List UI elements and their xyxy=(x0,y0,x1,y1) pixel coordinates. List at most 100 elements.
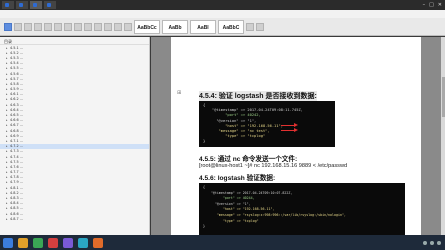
outline-item-label: 4.5.4 ... xyxy=(10,61,23,66)
paste-icon[interactable] xyxy=(4,23,12,31)
outline-item-label: 4.6.4 ... xyxy=(10,107,23,112)
tab-2[interactable] xyxy=(16,1,28,9)
outline-item-label: 4.5.8 ... xyxy=(10,81,23,86)
network-icon[interactable] xyxy=(423,240,427,245)
format-painter-icon[interactable] xyxy=(34,23,42,31)
align-right-icon[interactable] xyxy=(114,23,122,31)
outline-item-label: 4.8.5 ... xyxy=(10,206,23,211)
heading-4-5-5: 4.5.5: 通过 nc 命令发送一个文件: xyxy=(199,156,298,163)
red-arrow-annotation xyxy=(281,128,298,132)
outline-item-label: 4.8.1 ... xyxy=(10,185,23,190)
outline-item-label: 4.6.2 ... xyxy=(10,97,23,102)
outline-item-label: 4.7.6 ... xyxy=(10,164,23,169)
document-icon xyxy=(47,3,51,7)
heading-4-5-4: 4.5.4: 验证 logstash 是否接收到数据: xyxy=(199,91,317,101)
document-page: ⊞ 4.5.4: 验证 logstash 是否接收到数据: { "@timest… xyxy=(171,37,421,235)
style-normal[interactable]: AaBbCc xyxy=(134,20,160,34)
code-block-1: { "@timestamp" => 2017-04-24T09:08:11.74… xyxy=(199,101,335,147)
find-icon[interactable] xyxy=(246,23,254,31)
font-color-icon[interactable] xyxy=(74,23,82,31)
outline-item-label: 4.5.1 ... xyxy=(10,45,23,50)
taskbar-app-icon[interactable] xyxy=(78,237,88,248)
document-canvas: ⊞ 4.5.4: 验证 logstash 是否接收到数据: { "@timest… xyxy=(151,37,445,235)
minimize-icon[interactable]: – xyxy=(423,2,426,8)
cut-icon[interactable] xyxy=(14,23,22,31)
outline-item-label: 4.8.4 ... xyxy=(10,201,23,206)
code-block-2: { "@timestamp" => 2017-04-24T09:10:07.82… xyxy=(199,183,405,235)
navigation-pane: 目录 ▸ 4.5.1 ... ▸ 4.5.2 ... ▸ 4.5.3 ... ▸ 4.5.4 … xyxy=(0,37,150,235)
replace-icon[interactable] xyxy=(256,23,264,31)
taskbar-app-icon[interactable] xyxy=(48,237,58,248)
outline-item-label: 4.7.3 ... xyxy=(10,149,23,154)
outline-item-label: 4.5.5 ... xyxy=(10,66,23,71)
outline-item-label: 4.7.9 ... xyxy=(10,180,23,185)
bold-icon[interactable] xyxy=(44,23,52,31)
outline-item-label: 4.7.2 ... xyxy=(10,144,23,149)
outline-item-label: 4.5.3 ... xyxy=(10,55,23,60)
outline-item-label: 4.8.3 ... xyxy=(10,196,23,201)
taskbar-app-icon[interactable] xyxy=(33,237,43,248)
document-icon xyxy=(33,3,37,7)
outline-item-label: 4.7.5 ... xyxy=(10,159,23,164)
navigation-pane-title: 目录 xyxy=(0,37,149,45)
outline-item-label: 4.6.8 ... xyxy=(10,128,23,133)
tab-1[interactable] xyxy=(2,1,14,9)
vertical-scrollbar[interactable] xyxy=(441,37,445,235)
outline-list: ▸ 4.5.1 ... ▸ 4.5.2 ... ▸ 4.5.3 ... ▸ 4.5.4 ...… xyxy=(0,45,149,221)
outline-item-label: 4.6.6 ... xyxy=(10,118,23,123)
volume-icon[interactable] xyxy=(430,240,434,245)
taskbar-app-icon[interactable] xyxy=(18,237,28,248)
outline-item-label: 4.6.1 ... xyxy=(10,92,23,97)
outline-item-label: 4.6.3 ... xyxy=(10,102,23,107)
outline-item-label: 4.5.9 ... xyxy=(10,87,23,92)
ribbon: AaBbCc AaBb AaBl AaBbC xyxy=(0,10,445,36)
heading-4-5-6: 4.5.6: logstash 验证数据: xyxy=(199,175,276,182)
taskbar-app-icon[interactable] xyxy=(3,237,13,248)
taskbar-app-icon[interactable] xyxy=(63,237,73,248)
italic-icon[interactable] xyxy=(54,23,62,31)
align-left-icon[interactable] xyxy=(94,23,102,31)
outline-item-label: 4.7.4 ... xyxy=(10,154,23,159)
outline-item[interactable]: ▸ 4.8.7 ... xyxy=(0,216,149,221)
taskbar-apps xyxy=(3,237,103,248)
tab-3[interactable] xyxy=(30,1,42,9)
code-line: } xyxy=(203,224,205,229)
outline-item-label: 4.8.6 ... xyxy=(10,211,23,216)
outline-item-label: 4.6.5 ... xyxy=(10,113,23,118)
align-center-icon[interactable] xyxy=(104,23,112,31)
window-controls: – □ ✕ xyxy=(423,2,445,8)
document-icon xyxy=(5,3,9,7)
outline-item-label: 4.6.9 ... xyxy=(10,133,23,138)
outline-item-label: 4.6.7 ... xyxy=(10,123,23,128)
outline-item-label: 4.8.7 ... xyxy=(10,216,23,221)
system-tray xyxy=(423,240,445,245)
style-heading-2[interactable]: AaBl xyxy=(190,20,216,34)
maximize-icon[interactable]: □ xyxy=(429,2,434,8)
style-heading-3[interactable]: AaBbC xyxy=(218,20,244,34)
outline-item-label: 4.8.2 ... xyxy=(10,190,23,195)
underline-icon[interactable] xyxy=(64,23,72,31)
outline-item-label: 4.5.7 ... xyxy=(10,76,23,81)
code-line: } xyxy=(203,139,206,144)
ribbon-menu xyxy=(0,10,445,18)
title-bar: – □ ✕ xyxy=(0,0,445,10)
scrollbar-thumb[interactable] xyxy=(441,77,445,117)
red-arrow-annotation xyxy=(281,123,298,127)
outline-item-label: 4.7.1 ... xyxy=(10,138,23,143)
list-icon[interactable] xyxy=(124,23,132,31)
outline-item-label: 4.5.6 ... xyxy=(10,71,23,76)
tab-4[interactable] xyxy=(44,1,56,9)
ribbon-toolbar: AaBbCc AaBb AaBl AaBbC xyxy=(4,19,441,35)
copy-icon[interactable] xyxy=(24,23,32,31)
taskbar xyxy=(0,235,445,250)
style-heading-1[interactable]: AaBb xyxy=(162,20,188,34)
paragraph-anchor-icon: ⊞ xyxy=(177,90,182,96)
taskbar-app-icon[interactable] xyxy=(93,237,103,248)
nc-command-line: [root@linux-host1 ~]# nc 192.168.15.16 9… xyxy=(199,163,348,169)
document-icon xyxy=(19,3,23,7)
close-icon[interactable]: ✕ xyxy=(438,2,442,8)
outline-item-label: 4.5.2 ... xyxy=(10,50,23,55)
highlight-icon[interactable] xyxy=(84,23,92,31)
notification-icon[interactable] xyxy=(437,240,441,245)
outline-item-label: 4.7.8 ... xyxy=(10,175,23,180)
